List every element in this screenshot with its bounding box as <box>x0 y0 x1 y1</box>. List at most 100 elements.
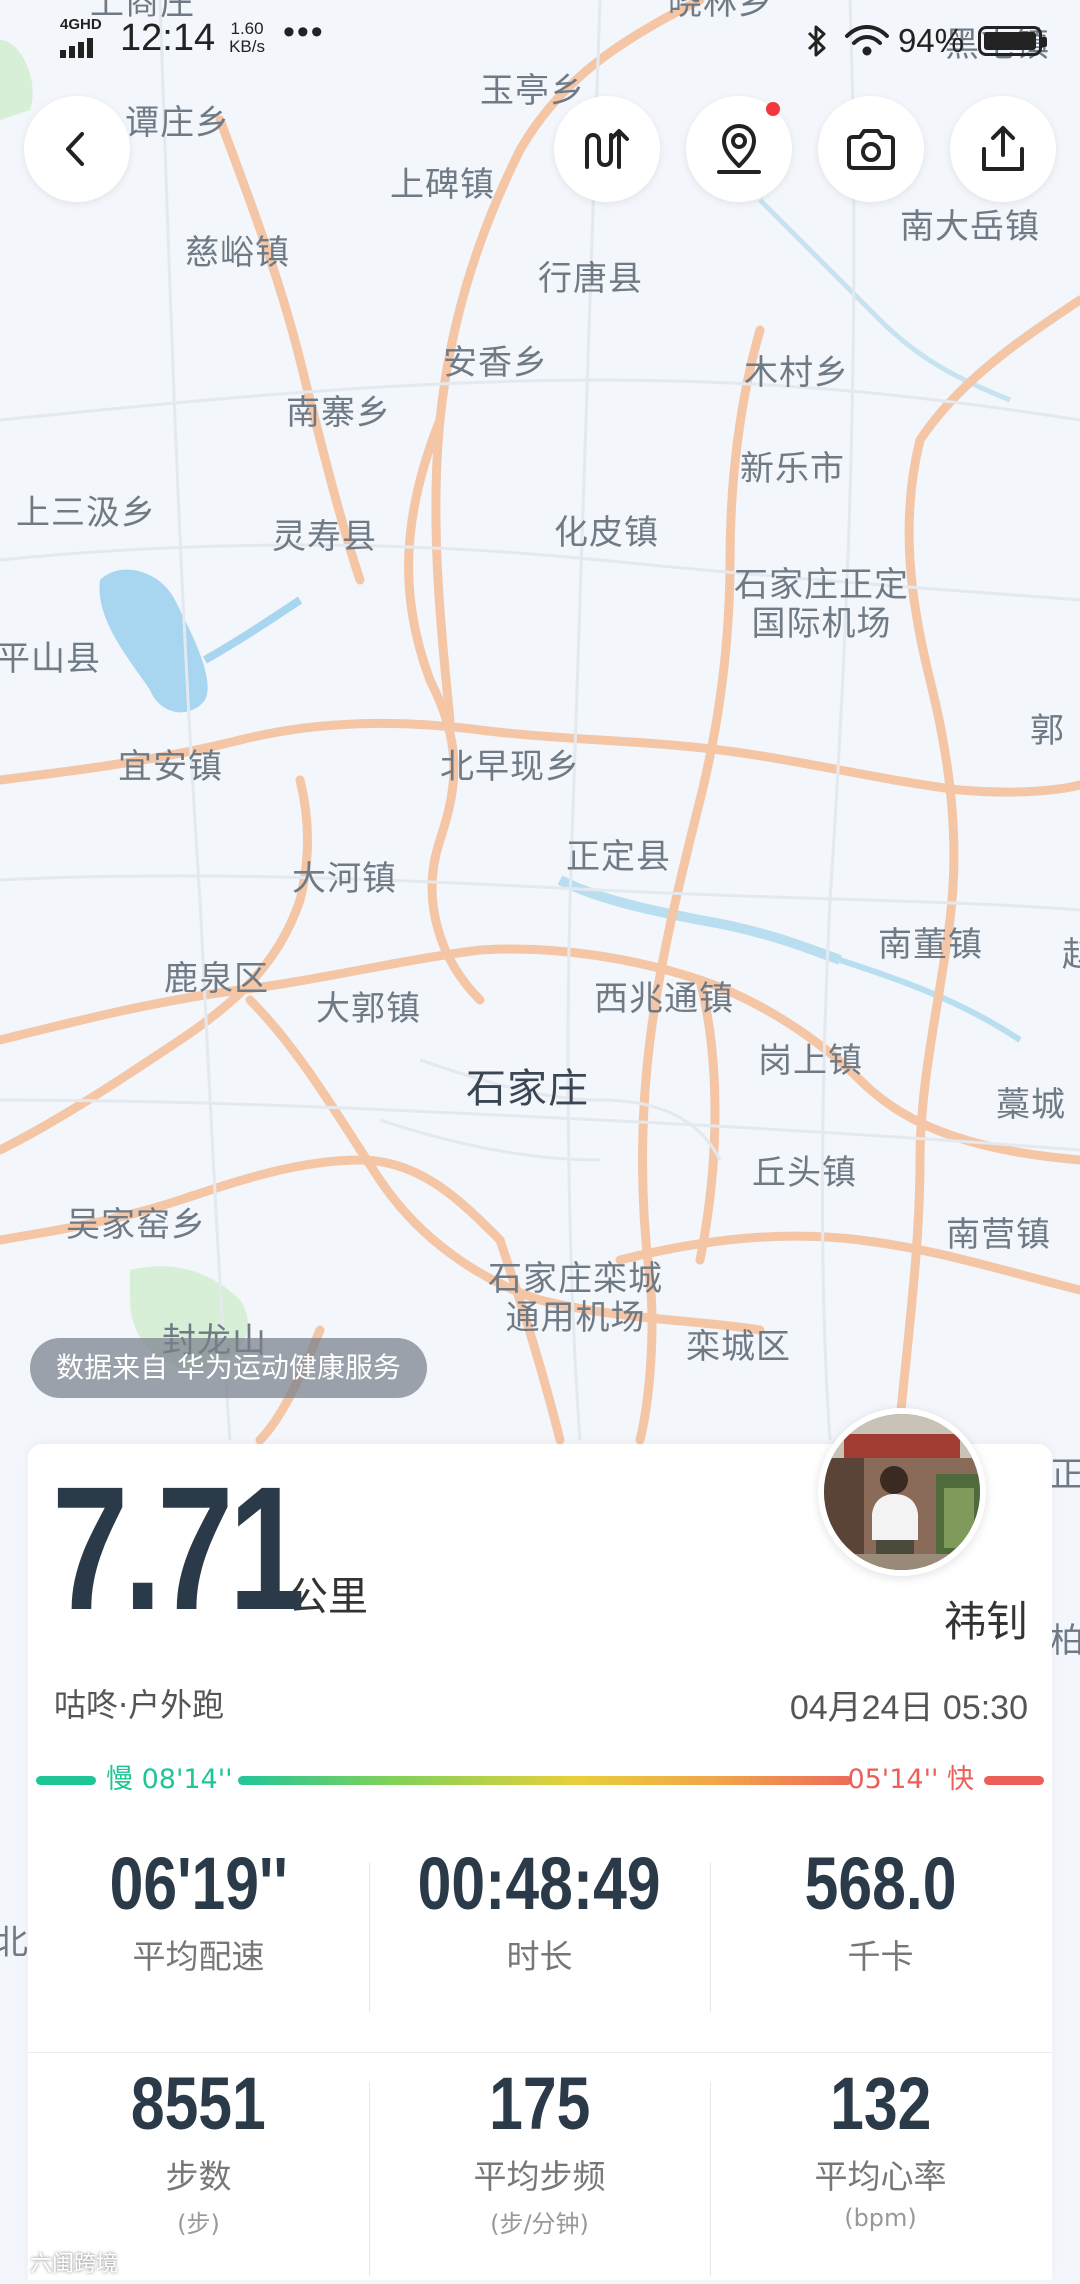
stat-unit: (步) <box>177 2210 220 2238</box>
network-speed: 1.60 KB/s <box>229 20 265 56</box>
stat-value: 175 <box>488 2062 591 2145</box>
pace-slowest: 慢 08'14'' <box>106 1764 233 1795</box>
map-label: 赵 <box>1062 935 1080 975</box>
map-label: 慈峪镇 <box>185 233 290 273</box>
stat-label: 平均步频 <box>473 2157 606 2196</box>
divider <box>28 2052 1052 2053</box>
map-label: 正 <box>1050 1455 1080 1495</box>
pace-gradient <box>238 1776 852 1785</box>
activity-type: 咕咚·户外跑 <box>54 1686 225 1724</box>
route-switch-button[interactable] <box>554 96 660 202</box>
stat-value: 568.0 <box>804 1842 957 1925</box>
notification-dot <box>766 102 780 116</box>
wifi-icon <box>844 25 889 56</box>
camera-icon <box>847 129 895 170</box>
network-speed-value: 1.60 <box>230 19 264 38</box>
map-label: 谭庄乡 <box>125 103 230 143</box>
stats-row-secondary: 8551 步数 (步) 175 平均步频 (步/分钟) 132 平均心率 (bp… <box>28 2064 1052 2284</box>
map-label: 灵寿县 <box>272 517 377 557</box>
map-label-line: 石家庄栾城 <box>488 1259 663 1299</box>
map-label: 安香乡 <box>443 343 548 383</box>
stat-heart-rate: 132 平均心率 (bpm) <box>710 2064 1051 2284</box>
battery-icon <box>978 26 1047 56</box>
route-icon <box>585 129 629 169</box>
stat-calories: 568.0 千卡 <box>710 1844 1051 2020</box>
battery-percent: 94% <box>897 22 964 59</box>
map-label: 南大岳镇 <box>900 207 1040 247</box>
map-label: 鹿泉区 <box>164 959 269 999</box>
map-label: 南营镇 <box>946 1215 1051 1255</box>
activity-date-time: 04月24日 05:30 <box>789 1689 1028 1727</box>
more-notifications-icon: ••• <box>283 12 325 51</box>
map-label: 木村乡 <box>744 353 849 393</box>
bluetooth-icon <box>807 25 826 57</box>
stat-label: 平均配速 <box>132 1937 265 1976</box>
pace-fastest: 05'14'' 快 <box>847 1764 974 1795</box>
map-label: 南寨乡 <box>286 393 391 433</box>
map-label: 新乐市 <box>740 449 845 489</box>
map-label: 藁城 <box>996 1085 1066 1125</box>
map-label-line: 石家庄正定 <box>734 565 909 605</box>
map-label: 平山县 <box>0 639 101 679</box>
map-label: 大郭镇 <box>316 989 421 1029</box>
camera-button[interactable] <box>818 96 924 202</box>
map-label-line: 通用机场 <box>505 1298 646 1339</box>
network-type: 4GHD <box>60 16 102 33</box>
map-label: 大河镇 <box>292 859 397 899</box>
map-label: 丘头镇 <box>752 1153 857 1193</box>
stat-label: 千卡 <box>847 1937 914 1976</box>
pace-fast-segment <box>984 1776 1044 1785</box>
stats-row-primary: 06'19'' 平均配速 00:48:49 时长 568.0 千卡 <box>28 1844 1052 2020</box>
map-label: 吴家窑乡 <box>66 1205 206 1245</box>
pace-range-bar: 慢 08'14'' 05'14'' 快 <box>28 1762 1052 1802</box>
workout-summary-card: 7.71 公里 祎钊 咕咚·户外跑 04月24日 05:30 慢 08'14''… <box>28 1408 1052 2280</box>
network-speed-unit: KB/s <box>229 37 265 56</box>
map-label: 岗上镇 <box>758 1041 863 1081</box>
stat-unit: (bpm) <box>844 2204 917 2232</box>
map-label: 正定县 <box>566 837 671 877</box>
map-label: 北 <box>0 1923 29 1963</box>
distance-value: 7.71 <box>52 1451 305 1647</box>
watermark: 六闺跨境 <box>30 2252 119 2277</box>
stat-value: 8551 <box>131 2062 266 2145</box>
map-label: 南董镇 <box>878 925 983 965</box>
stat-unit: (步/分钟) <box>490 2210 589 2238</box>
stat-duration: 00:48:49 时长 <box>369 1844 710 2020</box>
stat-cadence: 175 平均步频 (步/分钟) <box>369 2064 710 2284</box>
map-label: 上三汲乡 <box>16 493 156 533</box>
location-marker-button[interactable] <box>686 96 792 202</box>
status-bar: 4GHD 12:14 1.60 KB/s ••• 94% <box>0 0 1080 86</box>
data-source-badge: 数据来自 华为运动健康服务 <box>30 1338 427 1398</box>
stat-label: 平均心率 <box>814 2157 947 2196</box>
map-label: 郭 <box>1030 711 1065 751</box>
share-icon <box>982 126 1024 171</box>
stat-average-pace: 06'19'' 平均配速 <box>28 1844 369 2020</box>
map-label: 北早现乡 <box>440 747 580 787</box>
map-label-airport-south: 石家庄栾城 通用机场 <box>488 1259 663 1339</box>
map-label: 西兆通镇 <box>594 979 734 1019</box>
stat-value: 00:48:49 <box>418 1842 661 1925</box>
map-label-airport-north: 石家庄正定 国际机场 <box>734 565 909 645</box>
stat-value: 06'19'' <box>109 1842 288 1925</box>
share-button[interactable] <box>950 96 1056 202</box>
map-label-line: 国际机场 <box>751 604 892 645</box>
map-label: 上碑镇 <box>390 165 495 205</box>
map-label: 行唐县 <box>538 259 643 299</box>
avatar-photo <box>824 1414 980 1570</box>
map-label: 宜安镇 <box>118 747 223 787</box>
user-photo-image <box>824 1414 980 1570</box>
stat-label: 时长 <box>506 1937 573 1976</box>
distance-display: 7.71 公里 <box>52 1451 368 1647</box>
pace-slow-segment <box>36 1776 96 1785</box>
back-button[interactable] <box>24 96 130 202</box>
stat-label: 步数 <box>165 2157 232 2196</box>
map-label: 柏 <box>1050 1621 1080 1661</box>
status-time: 12:14 <box>120 16 216 59</box>
map-label: 栾城区 <box>686 1327 791 1367</box>
stat-value: 132 <box>829 2062 932 2145</box>
map-pin-icon <box>717 124 761 174</box>
avatar[interactable] <box>818 1408 986 1576</box>
chevron-left-icon <box>66 132 84 166</box>
map-label-city: 石家庄 <box>466 1066 589 1112</box>
map-label: 化皮镇 <box>554 513 659 553</box>
